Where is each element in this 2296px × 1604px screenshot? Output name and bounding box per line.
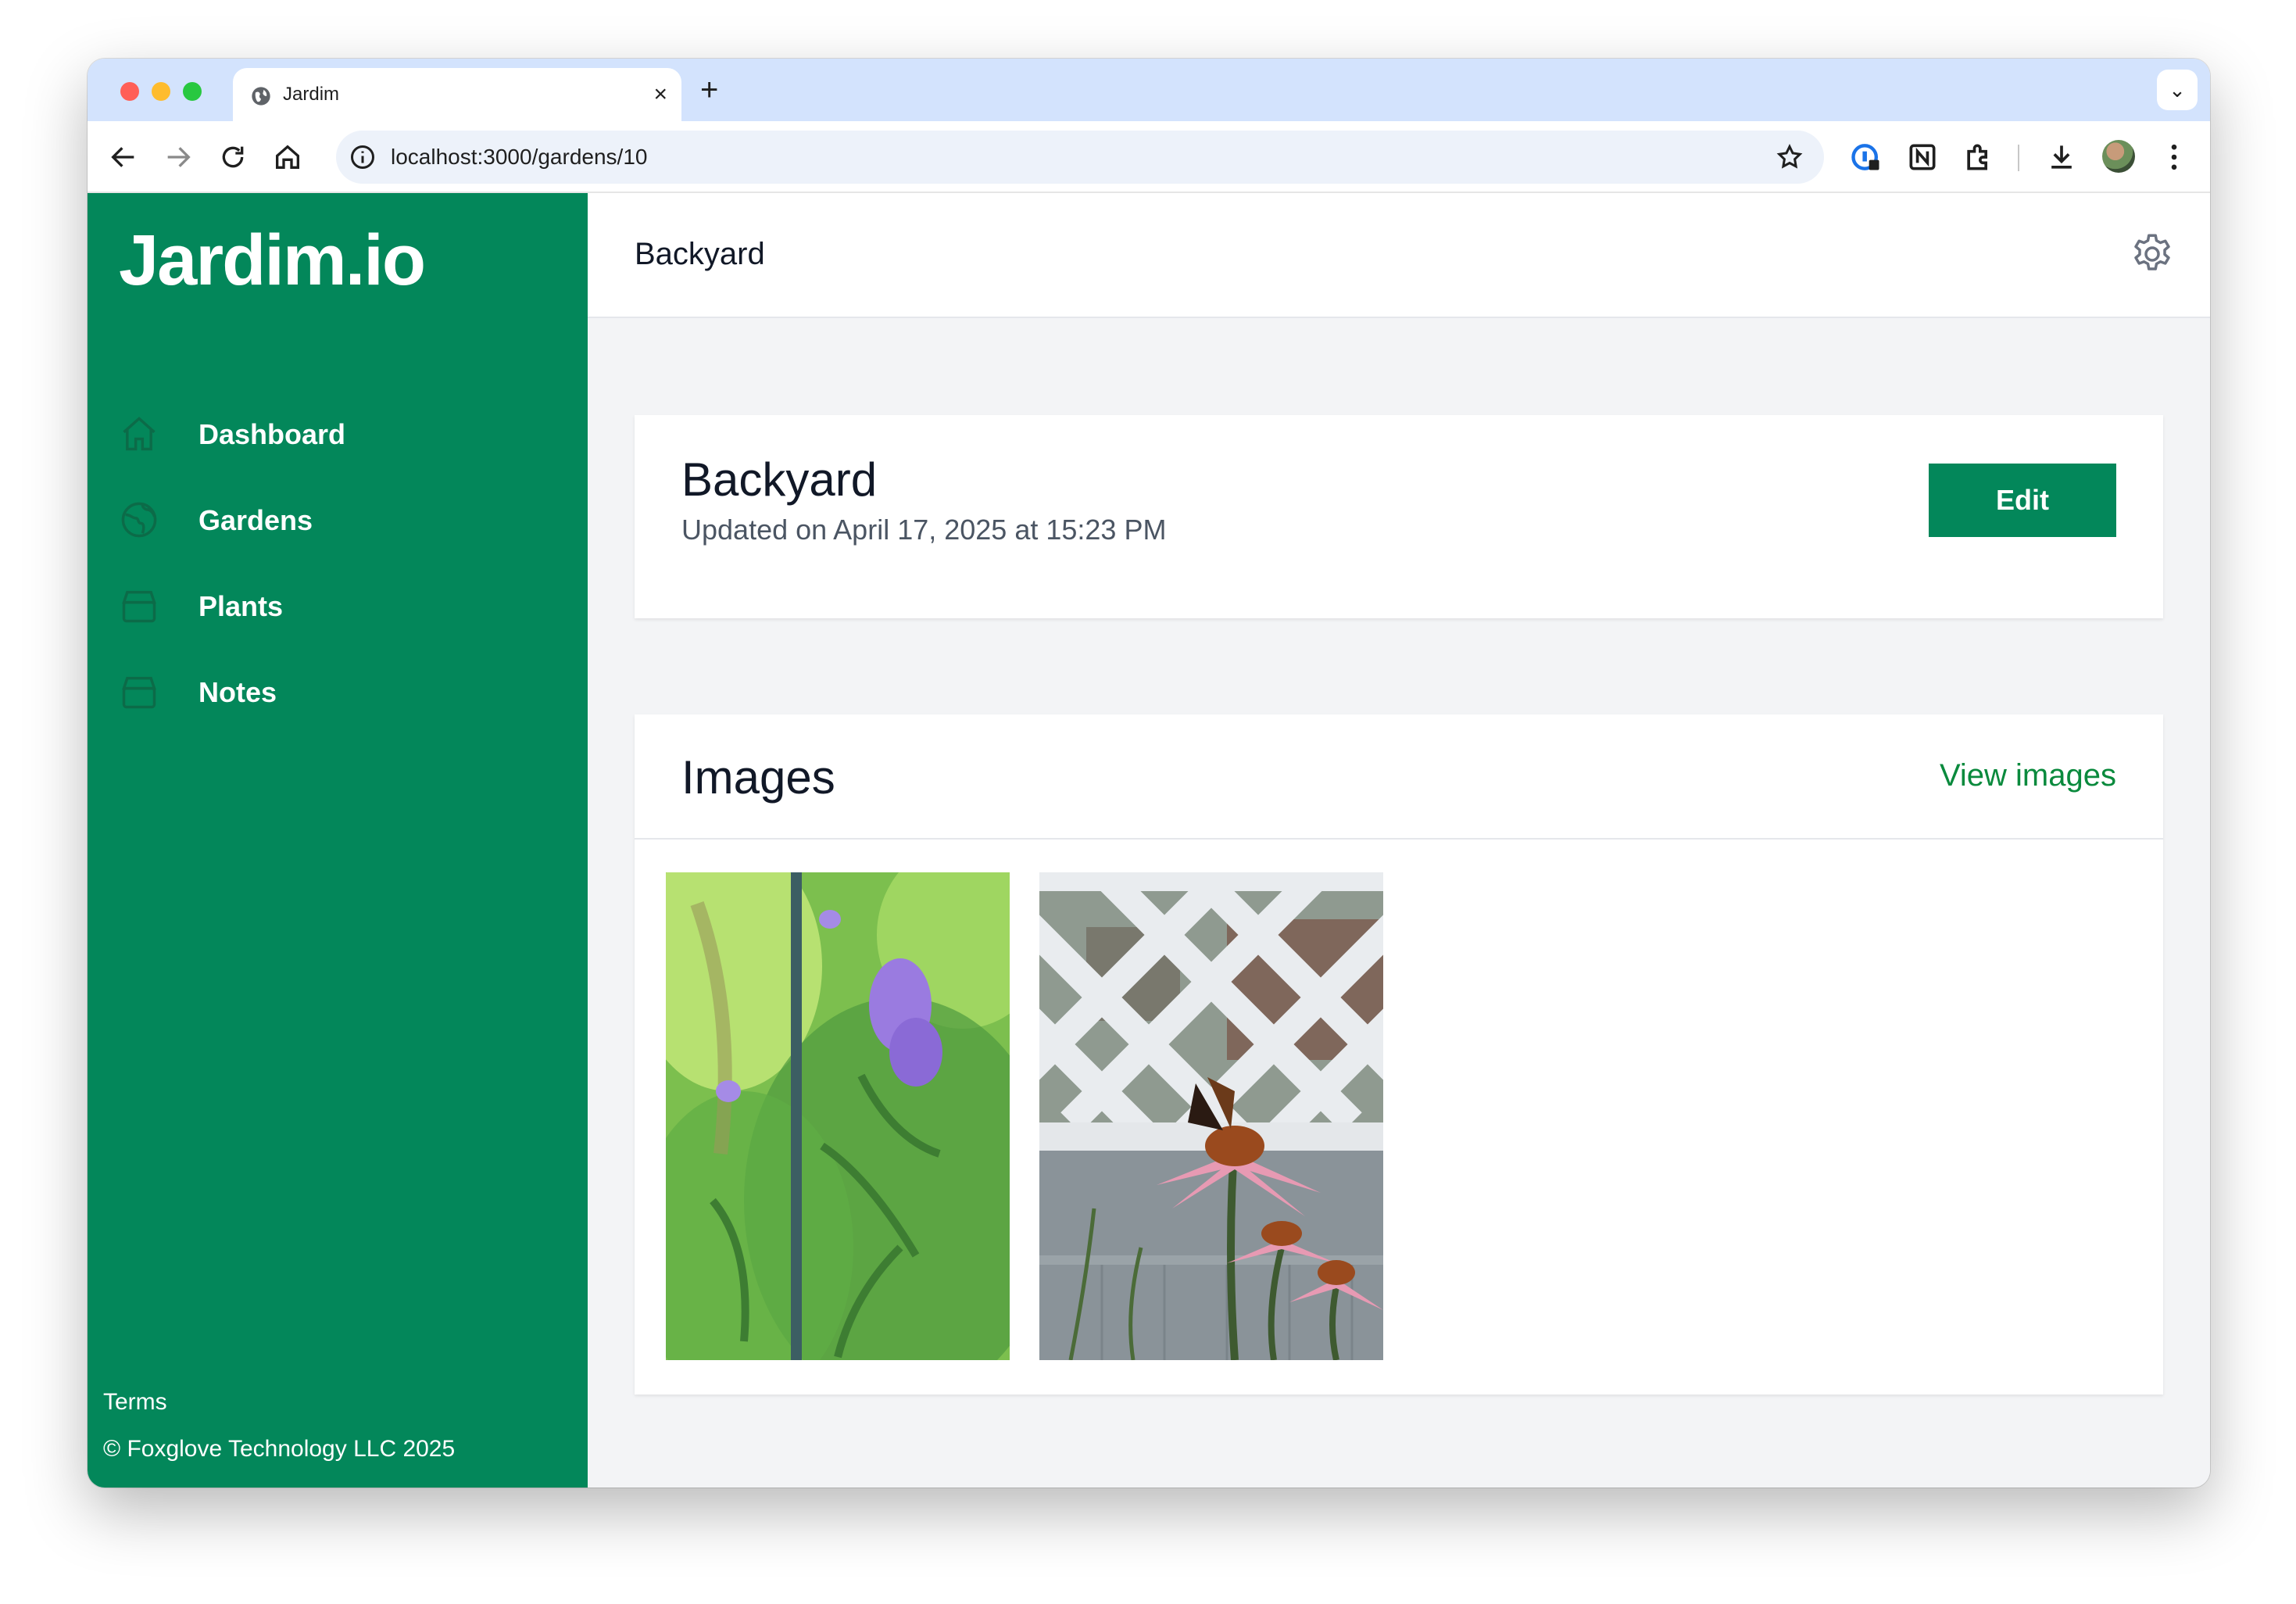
maximize-window-button[interactable] xyxy=(183,82,202,101)
edit-button[interactable]: Edit xyxy=(1929,464,2116,537)
sidebar-item-notes[interactable]: Notes xyxy=(119,661,556,723)
sidebar-item-label: Plants xyxy=(198,590,284,622)
archive-icon xyxy=(122,676,156,709)
back-arrow-icon[interactable] xyxy=(108,141,139,173)
more-menu-icon[interactable] xyxy=(2157,140,2191,174)
sidebar-item-gardens[interactable]: Gardens xyxy=(119,489,556,551)
download-icon[interactable] xyxy=(2044,140,2079,174)
new-tab-button[interactable]: + xyxy=(700,73,718,107)
copyright-text: © Foxglove Technology LLC 2025 xyxy=(103,1436,456,1462)
profile-avatar[interactable] xyxy=(2102,140,2135,173)
butterfly-bush-photo xyxy=(666,872,1010,1360)
globe-icon xyxy=(121,502,157,538)
images-heading: Images xyxy=(681,751,835,804)
tab-search-button[interactable]: ⌄ xyxy=(2157,70,2198,110)
toolbar-divider xyxy=(2018,145,2019,171)
close-window-button[interactable] xyxy=(120,82,139,101)
garden-name: Backyard xyxy=(681,453,878,506)
minimize-window-button[interactable] xyxy=(152,82,170,101)
tab-close-icon[interactable]: × xyxy=(653,81,667,109)
forward-arrow-icon[interactable] xyxy=(163,141,194,173)
browser-tab[interactable]: Jardim × xyxy=(233,68,681,121)
home-icon xyxy=(123,417,156,451)
sidebar-item-label: Notes xyxy=(198,676,277,708)
archive-icon xyxy=(122,590,156,623)
sidebar-item-plants[interactable]: Plants xyxy=(119,575,556,637)
address-bar[interactable]: localhost:3000/gardens/10 xyxy=(336,131,1824,184)
garden-summary-card: Backyard Updated on April 17, 2025 at 15… xyxy=(635,415,2163,618)
tab-strip: Jardim × + ⌄ xyxy=(88,59,2210,121)
page-title: Backyard xyxy=(635,237,765,271)
sidebar: Jardim.io Dashboard Gardens Plants Notes… xyxy=(88,193,588,1488)
globe-icon xyxy=(252,87,270,106)
password-manager-icon[interactable] xyxy=(1849,140,1883,174)
garden-image-thumbnail[interactable] xyxy=(666,872,1010,1360)
bookmark-star-icon[interactable] xyxy=(1776,143,1804,171)
sidebar-item-dashboard[interactable]: Dashboard xyxy=(119,403,556,465)
images-card: Images View images xyxy=(635,714,2163,1395)
sidebar-item-label: Gardens xyxy=(198,504,313,536)
garden-image-thumbnail[interactable] xyxy=(1039,872,1383,1360)
gear-icon[interactable] xyxy=(2129,231,2176,277)
terms-link[interactable]: Terms xyxy=(103,1389,167,1416)
brand-logo[interactable]: Jardim.io xyxy=(119,220,426,302)
extensions-puzzle-icon[interactable] xyxy=(1962,140,1996,174)
site-info-icon[interactable] xyxy=(349,143,377,171)
notion-icon[interactable] xyxy=(1905,140,1940,174)
main-header: Backyard xyxy=(588,193,2210,318)
view-images-link[interactable]: View images xyxy=(1940,758,2116,793)
tab-title: Jardim xyxy=(283,84,340,105)
images-card-header: Images View images xyxy=(635,714,2163,840)
url-text[interactable]: localhost:3000/gardens/10 xyxy=(391,145,647,170)
app-root: Jardim.io Dashboard Gardens Plants Notes… xyxy=(88,193,2210,1488)
coneflower-fence-photo xyxy=(1039,872,1383,1360)
updated-timestamp: Updated on April 17, 2025 at 15:23 PM xyxy=(681,514,1167,546)
browser-window: Jardim × + ⌄ localhost:3000/gardens/10 J… xyxy=(88,59,2210,1488)
browser-toolbar: localhost:3000/gardens/10 xyxy=(88,121,2210,193)
sidebar-item-label: Dashboard xyxy=(198,418,346,450)
home-icon[interactable] xyxy=(272,141,303,173)
reload-icon[interactable] xyxy=(217,141,249,173)
